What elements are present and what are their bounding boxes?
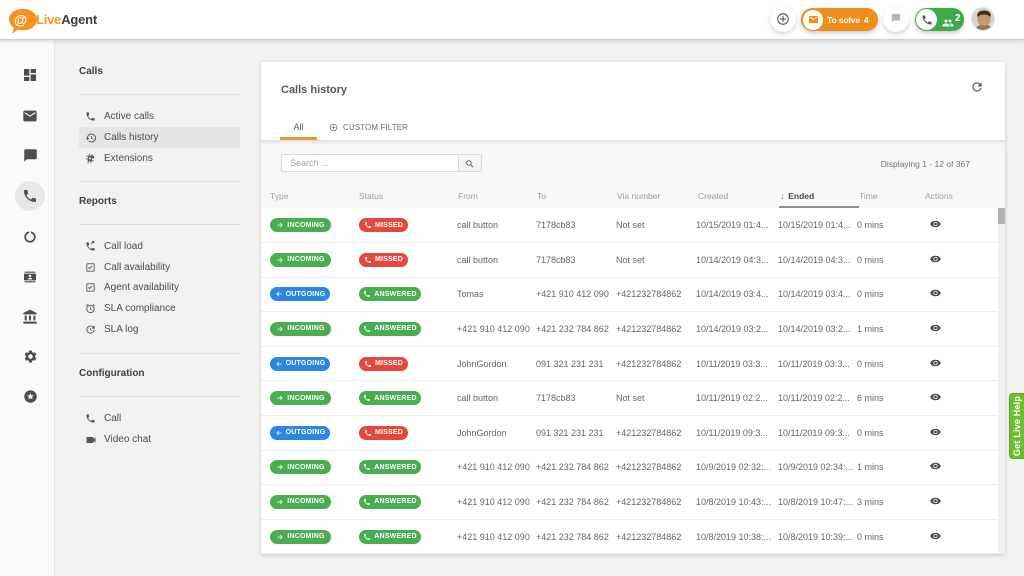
- svg-text:@: @: [14, 13, 27, 28]
